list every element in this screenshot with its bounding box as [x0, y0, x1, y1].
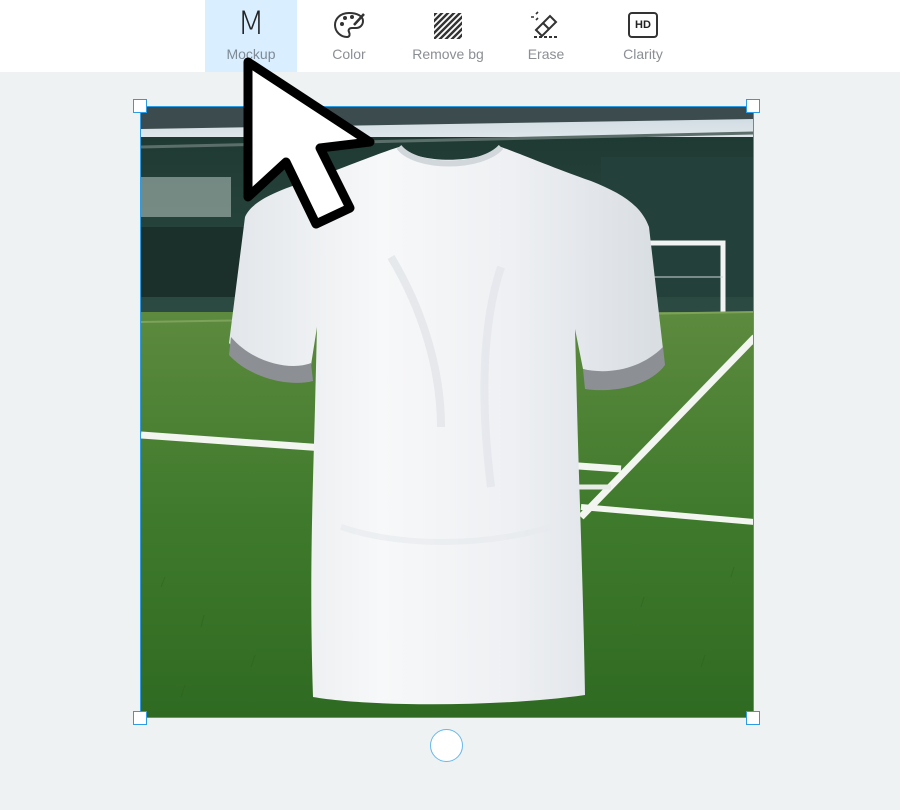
resize-handle-top-right[interactable]	[746, 99, 760, 113]
resize-handle-top-left[interactable]	[133, 99, 147, 113]
erase-tool-label: Erase	[527, 46, 565, 62]
rotate-handle[interactable]	[430, 729, 463, 762]
remove-bg-tool-button[interactable]: Remove bg	[402, 0, 494, 72]
top-toolbar: M Mockup Color Remove bg Erase HD Clarit…	[0, 0, 900, 72]
palette-icon	[332, 0, 366, 40]
clarity-tool-button[interactable]: HD Clarity	[597, 0, 689, 72]
stripes-icon	[433, 0, 463, 40]
erase-tool-button[interactable]: Erase	[500, 0, 592, 72]
tshirt-stadium-image	[141, 107, 753, 717]
remove-bg-tool-label: Remove bg	[412, 46, 484, 62]
resize-handle-bottom-left[interactable]	[133, 711, 147, 725]
clarity-tool-label: Clarity	[623, 46, 663, 62]
hd-icon: HD	[628, 0, 658, 40]
mouse-pointer-icon	[243, 57, 375, 229]
eraser-icon	[530, 0, 562, 40]
canvas-image-frame[interactable]	[140, 106, 754, 718]
resize-handle-bottom-right[interactable]	[746, 711, 760, 725]
mockup-icon: M	[237, 4, 265, 42]
